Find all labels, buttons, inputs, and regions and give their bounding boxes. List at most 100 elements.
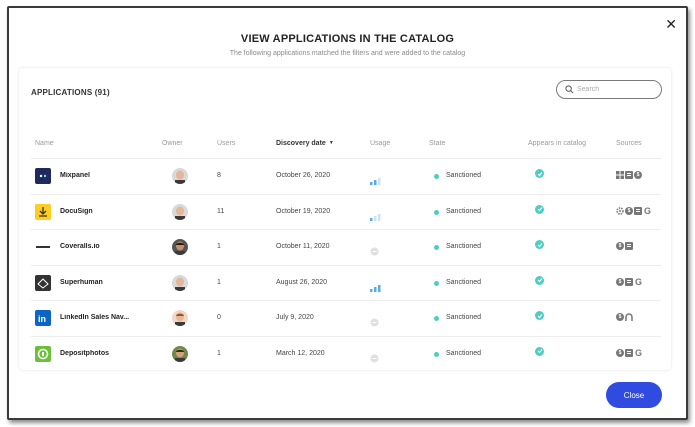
state-dot xyxy=(434,316,439,321)
app-name[interactable]: Superhuman xyxy=(60,279,103,286)
column-header-users[interactable]: Users xyxy=(217,140,235,147)
table-row[interactable]: Depositphotos 1 March 12, 2020 Sanctione… xyxy=(31,335,661,371)
check-icon xyxy=(535,311,544,320)
table-row[interactable]: Mixpanel 8 October 26, 2020 Sanctioned $ xyxy=(31,158,661,193)
source-circle-icon: $ xyxy=(616,348,624,357)
source-circle-icon: $ xyxy=(616,242,624,250)
usage-icon xyxy=(370,208,382,221)
owner-avatar[interactable] xyxy=(172,345,188,362)
sources-list: $ G xyxy=(616,347,643,358)
owner-avatar[interactable] xyxy=(172,310,188,326)
usage-icon xyxy=(370,350,382,362)
users-count: 1 xyxy=(217,349,221,357)
google-icon: G xyxy=(643,205,651,216)
check-icon xyxy=(535,204,544,214)
app-name[interactable]: Mixpanel xyxy=(60,172,90,179)
users-count: 0 xyxy=(217,314,221,321)
app-name[interactable]: Depositphotos xyxy=(60,350,109,357)
state-label: Sanctioned xyxy=(446,349,482,357)
check-icon xyxy=(535,169,544,178)
windows-icon xyxy=(616,171,624,179)
app-logo-icon: in xyxy=(35,310,51,326)
check-icon xyxy=(535,240,544,249)
sources-list: $ xyxy=(616,242,633,250)
source-circle-icon: $ xyxy=(616,313,624,321)
arch-icon xyxy=(625,313,633,321)
usage-icon xyxy=(370,314,382,327)
column-header-owner[interactable]: Owner xyxy=(162,140,183,147)
users-count: 11 xyxy=(217,207,225,215)
modal-title: VIEW APPLICATIONS IN THE CATALOG xyxy=(240,33,455,45)
app-name[interactable]: LinkedIn Sales Nav... xyxy=(60,314,129,321)
source-square-icon xyxy=(625,277,633,286)
source-square-icon xyxy=(625,348,633,357)
state-label: Sanctioned xyxy=(446,314,482,321)
column-header-name[interactable]: Name xyxy=(35,140,54,147)
google-icon: G xyxy=(634,347,642,358)
gear-icon xyxy=(616,206,624,215)
column-header-usage[interactable]: Usage xyxy=(370,140,390,147)
state-dot xyxy=(434,174,439,179)
search-icon xyxy=(565,85,574,94)
app-name[interactable]: DocuSign xyxy=(60,208,93,215)
search-box[interactable] xyxy=(556,80,662,99)
source-circle-icon: $ xyxy=(625,206,633,215)
discovery-date: August 26, 2020 xyxy=(276,278,327,286)
app-logo-icon xyxy=(35,203,51,220)
usage-icon xyxy=(370,279,382,292)
close-button[interactable]: Close xyxy=(606,382,662,408)
sources-list: $ xyxy=(616,171,642,179)
users-count: 1 xyxy=(217,278,221,286)
app-logo-icon xyxy=(35,168,51,184)
source-circle-icon: $ xyxy=(634,171,642,179)
google-icon: G xyxy=(634,276,642,287)
sources-list: $ G xyxy=(616,276,643,287)
state-label: Sanctioned xyxy=(446,243,482,250)
discovery-date: October 11, 2020 xyxy=(276,243,330,250)
source-square-icon xyxy=(625,171,633,179)
owner-avatar[interactable] xyxy=(172,239,188,255)
state-dot xyxy=(434,351,439,357)
users-count: 1 xyxy=(217,243,221,250)
svg-text:in: in xyxy=(38,314,46,324)
users-count: 8 xyxy=(217,172,221,179)
app-logo-icon xyxy=(35,274,51,291)
state-label: Sanctioned xyxy=(446,172,482,179)
app-name[interactable]: Coveralls.io xyxy=(60,243,100,250)
applications-card: APPLICATIONS (91) Name Owner Users Disco… xyxy=(19,68,671,370)
state-dot xyxy=(434,280,439,286)
source-circle-icon: $ xyxy=(616,277,624,286)
table-row[interactable]: in LinkedIn Sales Nav... 0 July 9, 2020 … xyxy=(31,300,661,335)
source-square-icon xyxy=(625,242,633,250)
discovery-date: March 12, 2020 xyxy=(276,349,325,357)
column-header-appears-in-catalog[interactable]: Appears in catalog xyxy=(528,140,586,147)
source-square-icon xyxy=(634,206,642,215)
modal-dialog: ✕ VIEW APPLICATIONS IN THE CATALOG The f… xyxy=(7,6,688,420)
discovery-date: October 26, 2020 xyxy=(276,172,331,179)
table-row[interactable]: Coveralls.io 1 October 11, 2020 Sanction… xyxy=(31,229,661,264)
state-dot xyxy=(434,245,439,250)
search-input[interactable] xyxy=(577,83,657,96)
column-header-discovery-date[interactable]: Discovery date ▼ xyxy=(276,140,334,147)
sources-list: $ xyxy=(616,313,633,321)
discovery-date: July 9, 2020 xyxy=(276,314,314,321)
table-row[interactable]: Superhuman 1 August 26, 2020 Sanctioned … xyxy=(31,264,661,300)
sources-list: $ G xyxy=(616,205,652,216)
column-header-sources[interactable]: Sources xyxy=(616,140,642,147)
column-header-discovery-date-label: Discovery date xyxy=(276,140,326,147)
applications-count: APPLICATIONS (91) xyxy=(31,88,110,97)
owner-avatar[interactable] xyxy=(172,274,188,291)
state-label: Sanctioned xyxy=(446,207,482,215)
table-row[interactable]: DocuSign 11 October 19, 2020 Sanctioned … xyxy=(31,193,661,229)
usage-icon xyxy=(370,172,382,185)
app-logo-icon xyxy=(35,239,51,255)
state-dot xyxy=(434,209,439,215)
state-label: Sanctioned xyxy=(446,278,482,286)
owner-avatar[interactable] xyxy=(172,203,188,220)
close-icon[interactable]: ✕ xyxy=(665,18,677,32)
column-header-state[interactable]: State xyxy=(429,140,445,147)
check-icon xyxy=(535,275,544,285)
app-logo-icon xyxy=(35,345,51,362)
owner-avatar[interactable] xyxy=(172,168,188,184)
modal-subtitle: The following applications matched the f… xyxy=(229,50,466,57)
